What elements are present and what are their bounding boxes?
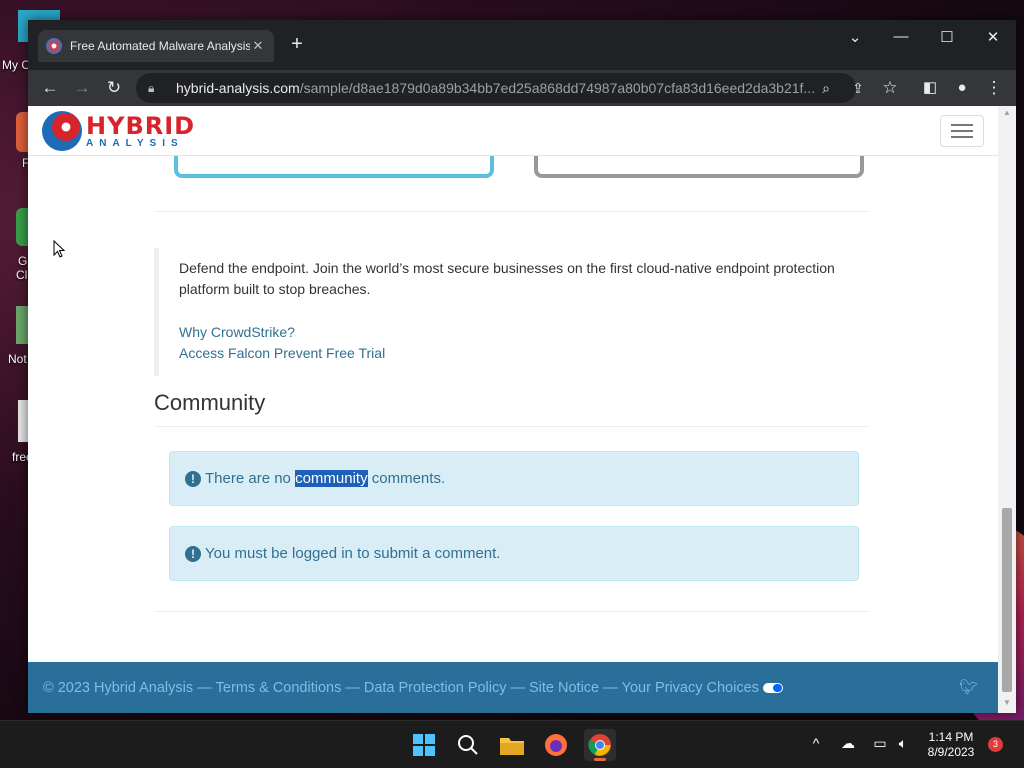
new-tab-button[interactable]: + [286, 33, 308, 56]
firefox-button[interactable] [540, 729, 572, 761]
community-heading: Community [154, 390, 266, 415]
tab-search-chevron-icon[interactable]: ⌄ [840, 28, 870, 46]
alert-text: comments. [367, 470, 446, 487]
network-icon[interactable]: ▭ [870, 735, 890, 752]
crowdstrike-promo: Defend the endpoint. Join the world’s mo… [154, 248, 870, 376]
start-button[interactable] [408, 729, 440, 761]
site-notice-link[interactable]: Site Notice [529, 680, 599, 696]
bookmark-star-icon[interactable]: ☆ [878, 76, 902, 100]
notification-badge[interactable]: 3 [988, 737, 1003, 752]
profile-icon[interactable]: ● [950, 76, 974, 100]
back-arrow-icon[interactable]: ← [38, 76, 62, 100]
falcon-trial-link[interactable]: Access Falcon Prevent Free Trial [179, 343, 870, 364]
volume-icon[interactable]: 🔈︎ [893, 735, 913, 752]
promo-text: Defend the endpoint. Join the world’s mo… [179, 260, 835, 297]
windows-logo-icon [413, 734, 435, 756]
clock-time: 1:14 PM [928, 730, 974, 744]
terms-link[interactable]: Terms & Conditions [216, 680, 342, 696]
info-exclamation-icon: ! [185, 470, 201, 487]
page-scrollbar[interactable]: ▲ ▼ [998, 106, 1016, 713]
hamburger-line [951, 124, 973, 126]
navbar-toggle-button[interactable] [940, 115, 984, 147]
folder-icon [500, 738, 524, 755]
tab-bar: Free Automated Malware Analysis ✕ + ⌄ — … [28, 20, 1016, 70]
data-protection-link[interactable]: Data Protection Policy [364, 680, 507, 696]
footer-separator: — [345, 679, 360, 696]
browser-toolbar: ← → ↻ 🔒︎ hybrid-analysis.com /sample/d8a… [28, 70, 1016, 106]
web-page: HYBRID ANALYSIS Defend the endpoint. Joi… [28, 106, 1016, 713]
url-path: /sample/d8ae1879d0a89b34bb7ed25a868dd749… [299, 80, 816, 96]
logo-globe-icon [42, 111, 82, 151]
hamburger-line [951, 130, 973, 132]
show-hidden-icons-chevron-icon[interactable]: ^ [806, 735, 826, 751]
desktop-icon-label[interactable]: My C [2, 58, 30, 72]
divider [154, 211, 870, 212]
search-icon [458, 735, 478, 755]
menu-kebab-icon[interactable]: ⋮ [982, 76, 1006, 100]
maximize-button[interactable]: ☐ [932, 28, 962, 46]
share-icon[interactable]: ⇪ [846, 76, 870, 100]
search-taskbar-button[interactable] [452, 729, 484, 761]
url-host: hybrid-analysis.com [176, 80, 300, 96]
why-crowdstrike-link[interactable]: Why CrowdStrike? [179, 322, 870, 343]
desktop-icon-label: Cl [16, 268, 28, 282]
system-clock[interactable]: 1:14 PM 8/9/2023 [918, 730, 984, 760]
hybrid-analysis-logo[interactable]: HYBRID ANALYSIS [42, 110, 195, 152]
address-bar[interactable]: 🔒︎ hybrid-analysis.com /sample/d8ae1879d… [136, 73, 856, 103]
privacy-choices-link[interactable]: Your Privacy Choices [622, 680, 759, 696]
site-footer: © 2023 Hybrid Analysis — Terms & Conditi… [28, 662, 998, 713]
scroll-up-arrow-icon[interactable]: ▲ [1002, 108, 1012, 117]
side-panel-icon[interactable]: ◧ [918, 76, 942, 100]
browser-tab[interactable]: Free Automated Malware Analysis ✕ [38, 30, 274, 62]
reload-icon[interactable]: ↻ [102, 76, 126, 100]
close-window-button[interactable]: ✕ [978, 28, 1008, 46]
onedrive-offline-icon[interactable]: ☁ [838, 735, 858, 752]
forward-arrow-icon[interactable]: → [70, 76, 94, 100]
divider [154, 611, 870, 612]
info-exclamation-icon: ! [185, 545, 201, 562]
selected-text: community [295, 470, 368, 487]
search-icon[interactable]: ⌕ [814, 76, 838, 100]
footer-separator: — [197, 679, 212, 696]
scrollbar-thumb[interactable] [1002, 508, 1012, 692]
hamburger-line [951, 136, 973, 138]
login-required-alert: ! You must be logged in to submit a comm… [169, 526, 859, 581]
no-comments-alert: ! There are no community comments. [169, 451, 859, 506]
minimize-button[interactable]: — [886, 28, 916, 45]
footer-copyright: © 2023 Hybrid Analysis [43, 679, 194, 696]
alert-text: You must be [205, 545, 293, 562]
clock-date: 8/9/2023 [927, 745, 975, 759]
footer-separator: — [510, 679, 526, 696]
chrome-icon [588, 734, 611, 756]
desktop-icon-label: G [18, 254, 28, 268]
footer-separator: — [603, 679, 618, 696]
windows-taskbar: ^ ☁ ▭ 🔈︎ 1:14 PM 8/9/2023 3 [0, 720, 1024, 768]
alert-text: to submit a comment. [352, 545, 501, 562]
firefox-icon [545, 734, 567, 756]
tab-title: Free Automated Malware Analysis [70, 39, 250, 53]
site-favicon-icon [46, 38, 62, 54]
file-explorer-button[interactable] [496, 729, 528, 761]
browser-window: Free Automated Malware Analysis ✕ + ⌄ — … [28, 20, 1016, 713]
mouse-pointer-icon [53, 240, 65, 258]
close-tab-icon[interactable]: ✕ [250, 38, 266, 54]
scroll-down-arrow-icon[interactable]: ▼ [1002, 698, 1012, 707]
logo-text-hybrid: HYBRID [86, 111, 196, 140]
alert-text: There are no [205, 470, 296, 487]
login-link[interactable]: logged in [292, 545, 353, 562]
privacy-toggle-icon[interactable] [762, 682, 783, 693]
chrome-button[interactable] [584, 729, 616, 761]
divider [154, 426, 870, 427]
desktop-icon-label: Not [8, 352, 27, 366]
lock-icon: 🔒︎ [148, 80, 155, 95]
logo-text-analysis: ANALYSIS [86, 137, 184, 149]
site-navbar: HYBRID ANALYSIS [28, 106, 998, 156]
twitter-icon[interactable]: 🐦︎ [959, 678, 978, 696]
